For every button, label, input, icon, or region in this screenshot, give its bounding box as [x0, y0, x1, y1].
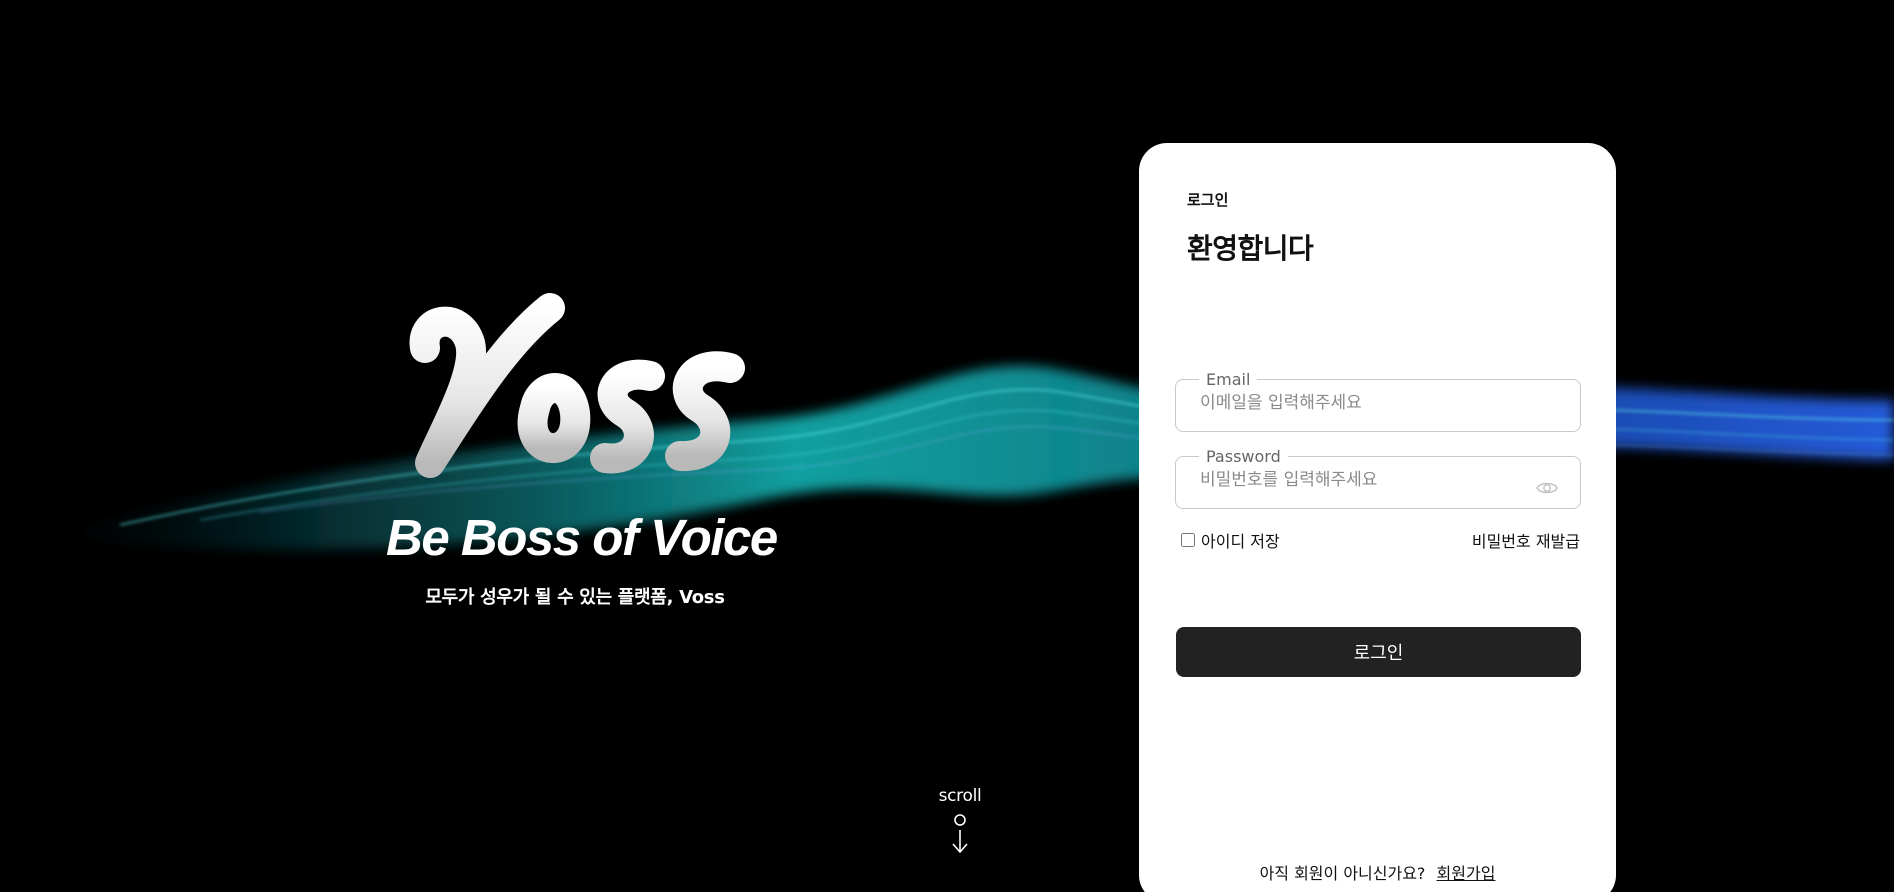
email-label: Email [1206, 370, 1251, 389]
email-input[interactable] [1200, 391, 1556, 413]
login-title: 환영합니다 [1187, 232, 1314, 265]
remember-id-checkbox[interactable] [1181, 533, 1195, 547]
landing-page: Be Boss of Voice 모두가 성우가 될 수 있는 플랫폼, Vos… [0, 0, 1894, 892]
password-label: Password [1206, 447, 1281, 466]
eye-icon[interactable] [1536, 480, 1558, 496]
remember-id[interactable]: 아이디 저장 [1181, 528, 1280, 552]
scroll-hint[interactable]: scroll [920, 786, 1000, 856]
login-button[interactable]: 로그인 [1176, 627, 1581, 677]
scroll-label: scroll [938, 786, 982, 806]
signup-link[interactable]: 회원가입 [1437, 864, 1496, 883]
remember-id-label: 아이디 저장 [1201, 532, 1280, 551]
arrow-down-icon [952, 814, 968, 854]
hero-tagline: Be Boss of Voice [386, 509, 778, 566]
reset-password-link[interactable]: 비밀번호 재발급 [1472, 528, 1580, 552]
signup-prompt: 아직 회원이 아니신가요? [1259, 864, 1426, 883]
email-field: Email [1175, 370, 1581, 432]
password-input[interactable] [1200, 468, 1556, 490]
voss-logo [409, 293, 745, 478]
hero-subtitle: 모두가 성우가 될 수 있는 플랫폼, Voss [425, 587, 725, 608]
signup-row: 아직 회원이 아니신가요? 회원가입 [1139, 860, 1616, 884]
password-field: Password [1175, 447, 1581, 509]
login-card: 로그인 환영합니다 Email Password 아이디 저장 비밀번호 재발급… [1139, 143, 1616, 892]
login-eyebrow: 로그인 [1187, 191, 1229, 209]
